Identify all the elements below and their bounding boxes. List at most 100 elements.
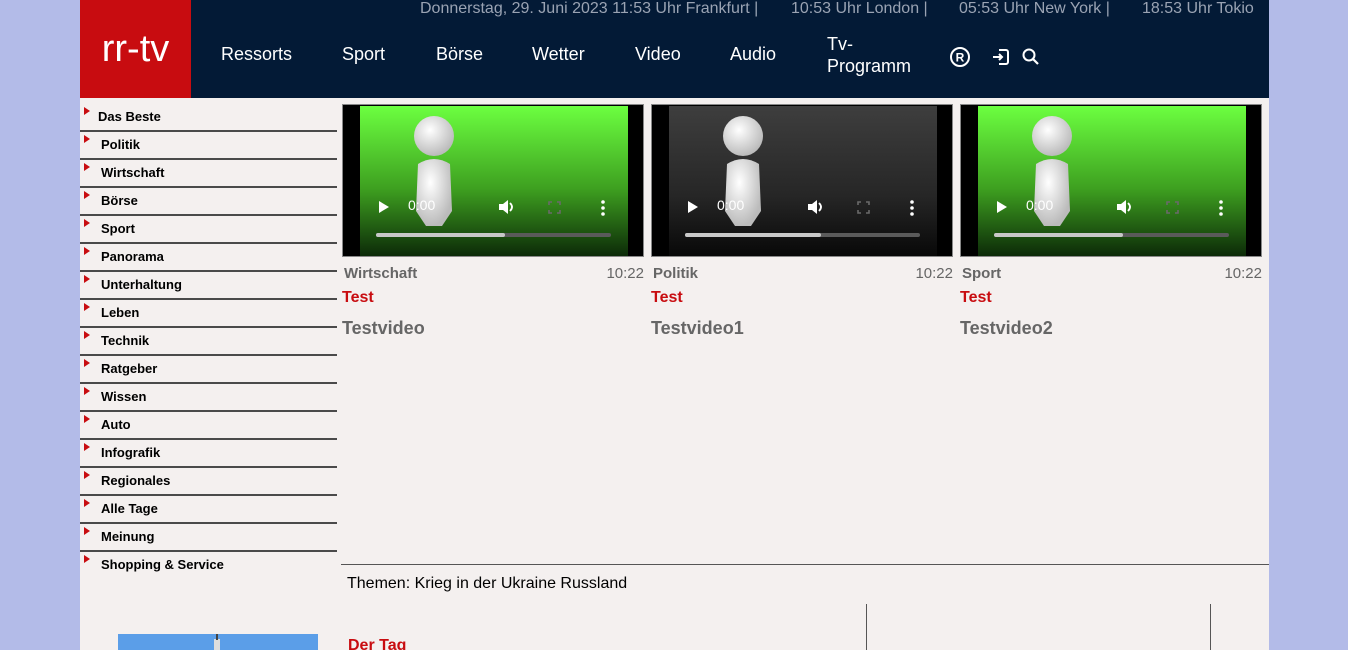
video-title[interactable]: Testvideo1 xyxy=(651,318,744,339)
themes-bar[interactable]: Themen: Krieg in der Ukraine Russland xyxy=(347,575,627,593)
play-icon[interactable] xyxy=(996,200,1008,214)
nav-ressorts[interactable]: Ressorts xyxy=(221,44,292,65)
nav-wetter[interactable]: Wetter xyxy=(532,44,585,65)
play-icon[interactable] xyxy=(687,200,699,214)
volume-icon[interactable] xyxy=(807,199,825,215)
arrow-right-icon xyxy=(84,191,90,199)
video-kicker[interactable]: Test xyxy=(960,289,992,307)
sidebar-item-label: Politik xyxy=(101,137,141,152)
sidebar-item-regionales[interactable]: Regionales xyxy=(80,468,337,496)
sidebar-item-auto[interactable]: Auto xyxy=(80,412,337,440)
arrow-right-icon xyxy=(84,219,90,227)
progress-bar[interactable] xyxy=(994,233,1229,237)
nav-sport[interactable]: Sport xyxy=(342,44,385,65)
sidebar-item-das-beste[interactable]: Das Beste xyxy=(80,104,337,132)
sidebar-item-meinung[interactable]: Meinung xyxy=(80,524,337,552)
nav-audio[interactable]: Audio xyxy=(730,44,776,65)
progress-bar[interactable] xyxy=(376,233,611,237)
player-time: 0:00 xyxy=(408,197,436,213)
sidebar-item-label: Panorama xyxy=(101,249,164,264)
sidebar-item-wissen[interactable]: Wissen xyxy=(80,384,337,412)
video-player[interactable]: 0:00 xyxy=(342,104,644,257)
section-heading[interactable]: Der Tag xyxy=(348,637,406,650)
arrow-right-icon xyxy=(84,163,90,171)
volume-icon[interactable] xyxy=(498,199,516,215)
nav-video[interactable]: Video xyxy=(635,44,681,65)
more-options-icon[interactable] xyxy=(1218,200,1224,216)
sidebar-item-politik[interactable]: Politik xyxy=(80,132,337,160)
arrow-right-icon xyxy=(84,359,90,367)
arrow-right-icon xyxy=(84,107,90,115)
video-duration: 10:22 xyxy=(606,265,644,282)
top-bar: rr-tv Donnerstag, 29. Juni 2023 11:53 Uh… xyxy=(80,0,1269,98)
sidebar-item-unterhaltung[interactable]: Unterhaltung xyxy=(80,272,337,300)
video-kicker[interactable]: Test xyxy=(342,289,374,307)
fullscreen-icon[interactable] xyxy=(548,201,561,214)
arrow-right-icon xyxy=(84,275,90,283)
tower-icon xyxy=(214,634,220,650)
sidebar-item-label: Infografik xyxy=(101,445,161,460)
more-options-icon[interactable] xyxy=(600,200,606,216)
sidebar-item-ratgeber[interactable]: Ratgeber xyxy=(80,356,337,384)
sidebar-item-label: Regionales xyxy=(101,473,171,488)
video-category[interactable]: Politik xyxy=(653,265,698,282)
sidebar-nav: Das Beste Politik Wirtschaft Börse Sport… xyxy=(80,104,337,578)
column-divider xyxy=(866,604,867,650)
video-kicker[interactable]: Test xyxy=(651,289,683,307)
arrow-right-icon xyxy=(84,471,90,479)
sidebar-item-technik[interactable]: Technik xyxy=(80,328,337,356)
sidebar-item-label: Technik xyxy=(101,333,150,348)
video-title[interactable]: Testvideo2 xyxy=(960,318,1053,339)
arrow-right-icon xyxy=(84,555,90,563)
sidebar-item-infografik[interactable]: Infografik xyxy=(80,440,337,468)
sidebar-item-alle-tage[interactable]: Alle Tage xyxy=(80,496,337,524)
player-controls: 0:00 xyxy=(961,197,1263,240)
nav-tv-line2: Programm xyxy=(827,56,912,76)
sidebar-item-sport[interactable]: Sport xyxy=(80,216,337,244)
volume-icon[interactable] xyxy=(1116,199,1134,215)
video-player[interactable]: 0:00 xyxy=(651,104,953,257)
sidebar-item-wirtschaft[interactable]: Wirtschaft xyxy=(80,160,337,188)
sidebar-item-boerse[interactable]: Börse xyxy=(80,188,337,216)
sidebar-item-label: Wissen xyxy=(101,389,147,404)
sidebar-item-label: Sport xyxy=(101,221,135,236)
arrow-right-icon xyxy=(84,527,90,535)
nav-tv-line1: Tv- xyxy=(827,34,853,54)
video-player[interactable]: 0:00 xyxy=(960,104,1262,257)
svg-text:R: R xyxy=(956,51,965,65)
sidebar-item-leben[interactable]: Leben xyxy=(80,300,337,328)
nav-tv-programm[interactable]: Tv- Programm xyxy=(827,33,911,77)
sidebar-item-label: Auto xyxy=(101,417,131,432)
search-icon[interactable] xyxy=(1020,46,1042,68)
arrow-right-icon xyxy=(84,303,90,311)
sidebar-teaser-image[interactable] xyxy=(118,634,318,650)
time-frankfurt: Donnerstag, 29. Juni 2023 11:53 Uhr Fran… xyxy=(420,0,759,17)
player-time: 0:00 xyxy=(717,197,745,213)
video-duration: 10:22 xyxy=(915,265,953,282)
nav-boerse[interactable]: Börse xyxy=(436,44,483,65)
time-tokio: 18:53 Uhr Tokio xyxy=(1142,0,1254,17)
player-time: 0:00 xyxy=(1026,197,1054,213)
progress-fill xyxy=(685,233,822,237)
progress-fill xyxy=(994,233,1124,237)
sidebar-item-label: Wirtschaft xyxy=(101,165,165,180)
progress-bar[interactable] xyxy=(685,233,920,237)
sidebar-item-label: Unterhaltung xyxy=(101,277,182,292)
video-duration: 10:22 xyxy=(1224,265,1262,282)
video-category[interactable]: Sport xyxy=(962,265,1001,282)
sidebar-item-panorama[interactable]: Panorama xyxy=(80,244,337,272)
arrow-right-icon xyxy=(84,415,90,423)
sidebar-item-shopping-service[interactable]: Shopping & Service xyxy=(80,552,337,578)
fullscreen-icon[interactable] xyxy=(857,201,870,214)
registered-icon[interactable]: R xyxy=(949,46,971,68)
sidebar-item-label: Shopping & Service xyxy=(101,557,224,572)
video-title[interactable]: Testvideo xyxy=(342,318,425,339)
world-clock: Donnerstag, 29. Juni 2023 11:53 Uhr Fran… xyxy=(80,0,1260,20)
video-category[interactable]: Wirtschaft xyxy=(344,265,417,282)
fullscreen-icon[interactable] xyxy=(1166,201,1179,214)
arrow-right-icon xyxy=(84,247,90,255)
more-options-icon[interactable] xyxy=(909,200,915,216)
play-icon[interactable] xyxy=(378,200,390,214)
login-icon[interactable] xyxy=(990,46,1012,68)
section-divider xyxy=(341,564,1269,565)
